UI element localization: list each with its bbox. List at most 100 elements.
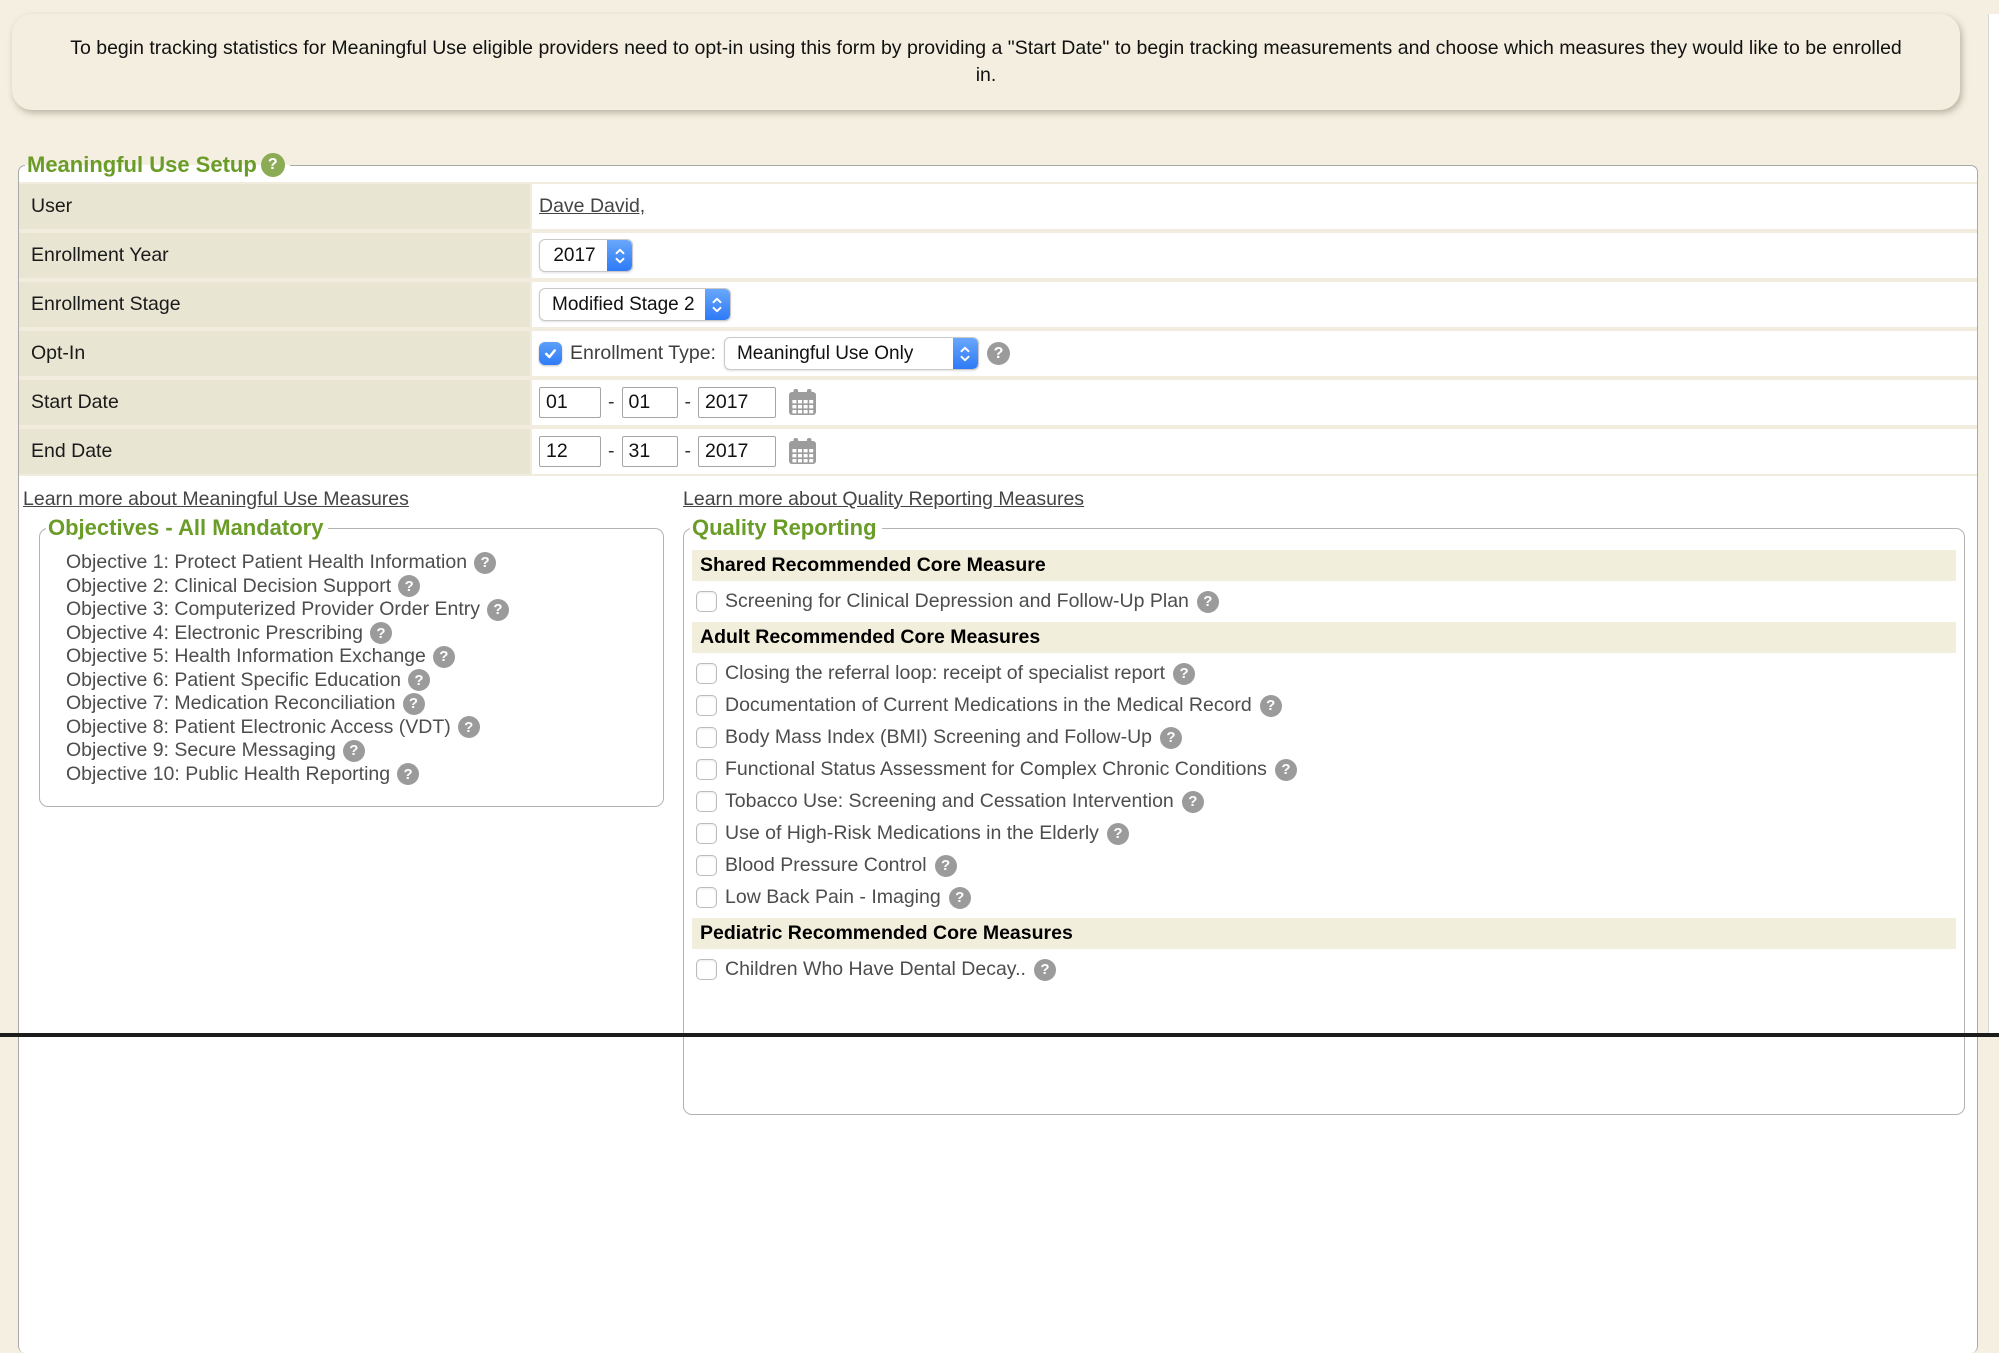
help-icon[interactable]: ?: [433, 646, 455, 668]
mu-setup-title: Meaningful Use Setup: [27, 152, 257, 178]
row-enrollment-year: Enrollment Year 2017: [19, 231, 1977, 280]
objective-item: Objective 3: Computerized Provider Order…: [66, 598, 653, 622]
row-end-date: End Date - -: [19, 427, 1977, 476]
enrollment-stage-label: Enrollment Stage: [19, 280, 532, 329]
scrollbar[interactable]: [1988, 14, 1999, 1037]
select-stepper-icon: [607, 240, 632, 271]
objective-item: Objective 6: Patient Specific Education …: [66, 669, 653, 693]
enrollment-type-value: Meaningful Use Only: [725, 343, 953, 365]
select-stepper-icon: [705, 289, 730, 320]
help-icon[interactable]: ?: [474, 552, 496, 574]
select-stepper-icon: [953, 338, 978, 369]
objective-item: Objective 1: Protect Patient Health Info…: [66, 551, 653, 575]
measure-label: Body Mass Index (BMI) Screening and Foll…: [725, 726, 1152, 749]
measure-checkbox[interactable]: [696, 791, 717, 812]
help-icon[interactable]: ?: [343, 740, 365, 762]
measure-checkbox[interactable]: [696, 695, 717, 716]
measure-item: Closing the referral loop: receipt of sp…: [696, 662, 1956, 685]
help-icon[interactable]: ?: [1173, 663, 1195, 685]
end-date-month-input[interactable]: [539, 436, 601, 467]
objective-label: Objective 6: Patient Specific Education: [66, 669, 401, 693]
objective-label: Objective 3: Computerized Provider Order…: [66, 598, 480, 622]
help-icon[interactable]: ?: [1197, 591, 1219, 613]
measure-checkbox[interactable]: [696, 887, 717, 908]
objective-label: Objective 1: Protect Patient Health Info…: [66, 551, 467, 575]
help-icon[interactable]: ?: [397, 763, 419, 785]
help-icon[interactable]: ?: [987, 342, 1010, 365]
measure-label: Low Back Pain - Imaging: [725, 886, 941, 909]
enrollment-year-value: 2017: [540, 245, 607, 267]
measure-item: Blood Pressure Control ?: [696, 854, 1956, 877]
measure-label: Tobacco Use: Screening and Cessation Int…: [725, 790, 1174, 813]
help-icon[interactable]: ?: [1034, 959, 1056, 981]
enrollment-year-select[interactable]: 2017: [539, 239, 633, 272]
measure-item: Screening for Clinical Depression and Fo…: [696, 590, 1956, 613]
objective-label: Objective 4: Electronic Prescribing: [66, 622, 363, 646]
measure-item: Children Who Have Dental Decay.. ?: [696, 958, 1956, 981]
measure-item: Body Mass Index (BMI) Screening and Foll…: [696, 726, 1956, 749]
measure-checkbox[interactable]: [696, 759, 717, 780]
measure-section-header: Pediatric Recommended Core Measures: [692, 918, 1956, 949]
measure-checkbox[interactable]: [696, 855, 717, 876]
help-icon[interactable]: ?: [1160, 727, 1182, 749]
help-icon[interactable]: ?: [935, 855, 957, 877]
objectives-legend: Objectives - All Mandatory: [46, 515, 328, 541]
help-icon[interactable]: ?: [487, 599, 509, 621]
help-icon[interactable]: ?: [370, 622, 392, 644]
enrollment-year-label: Enrollment Year: [19, 231, 532, 280]
end-date-year-input[interactable]: [698, 436, 776, 467]
objective-label: Objective 9: Secure Messaging: [66, 739, 336, 763]
row-user: User Dave David,: [19, 182, 1977, 231]
help-icon[interactable]: ?: [261, 153, 285, 177]
enrollment-type-label: Enrollment Type:: [570, 342, 716, 365]
calendar-icon[interactable]: [788, 389, 817, 416]
help-icon[interactable]: ?: [408, 669, 430, 691]
measure-checkbox[interactable]: [696, 823, 717, 844]
measure-label: Children Who Have Dental Decay..: [725, 958, 1026, 981]
learn-more-qr-link[interactable]: Learn more about Quality Reporting Measu…: [683, 488, 1084, 510]
start-date-month-input[interactable]: [539, 387, 601, 418]
row-opt-in: Opt-In Enrollment Type: Meaningful Use O…: [19, 329, 1977, 378]
row-start-date: Start Date - -: [19, 378, 1977, 427]
start-date-day-input[interactable]: [622, 387, 678, 418]
row-enrollment-stage: Enrollment Stage Modified Stage 2: [19, 280, 1977, 329]
help-icon[interactable]: ?: [403, 693, 425, 715]
help-icon[interactable]: ?: [1260, 695, 1282, 717]
info-banner: To begin tracking statistics for Meaning…: [12, 14, 1960, 110]
measure-checkbox[interactable]: [696, 959, 717, 980]
enrollment-stage-select[interactable]: Modified Stage 2: [539, 288, 731, 321]
end-date-day-input[interactable]: [622, 436, 678, 467]
quality-reporting-fieldset: Quality Reporting Shared Recommended Cor…: [683, 515, 1965, 1115]
measure-checkbox[interactable]: [696, 727, 717, 748]
help-icon[interactable]: ?: [1182, 791, 1204, 813]
help-icon[interactable]: ?: [398, 575, 420, 597]
help-icon[interactable]: ?: [949, 887, 971, 909]
help-icon[interactable]: ?: [1107, 823, 1129, 845]
objective-label: Objective 7: Medication Reconciliation: [66, 692, 396, 716]
measure-item: Low Back Pain - Imaging ?: [696, 886, 1956, 909]
quality-measures-list: Shared Recommended Core Measure Screenin…: [684, 541, 1964, 1020]
page: To begin tracking statistics for Meaning…: [0, 14, 1999, 1353]
help-icon[interactable]: ?: [1275, 759, 1297, 781]
measure-checkbox[interactable]: [696, 591, 717, 612]
objective-item: Objective 7: Medication Reconciliation ?: [66, 692, 653, 716]
help-icon[interactable]: ?: [458, 716, 480, 738]
objective-label: Objective 10: Public Health Reporting: [66, 763, 390, 787]
opt-in-checkbox[interactable]: [539, 342, 562, 365]
measure-item: Tobacco Use: Screening and Cessation Int…: [696, 790, 1956, 813]
calendar-icon[interactable]: [788, 438, 817, 465]
measure-checkbox[interactable]: [696, 663, 717, 684]
mu-setup-table: User Dave David, Enrollment Year 2017: [19, 182, 1977, 476]
user-label: User: [19, 182, 532, 231]
learn-more-mu-link[interactable]: Learn more about Meaningful Use Measures: [23, 488, 409, 510]
date-separator: -: [685, 440, 692, 463]
enrollment-stage-value: Modified Stage 2: [540, 294, 705, 316]
objectives-column: Objectives - All Mandatory Objective 1: …: [19, 515, 683, 807]
measure-label: Screening for Clinical Depression and Fo…: [725, 590, 1189, 613]
objective-item: Objective 2: Clinical Decision Support ?: [66, 575, 653, 599]
enrollment-type-select[interactable]: Meaningful Use Only: [724, 337, 979, 370]
quality-reporting-legend: Quality Reporting: [690, 515, 882, 541]
objective-item: Objective 5: Health Information Exchange…: [66, 645, 653, 669]
start-date-year-input[interactable]: [698, 387, 776, 418]
user-link[interactable]: Dave David,: [539, 195, 645, 218]
